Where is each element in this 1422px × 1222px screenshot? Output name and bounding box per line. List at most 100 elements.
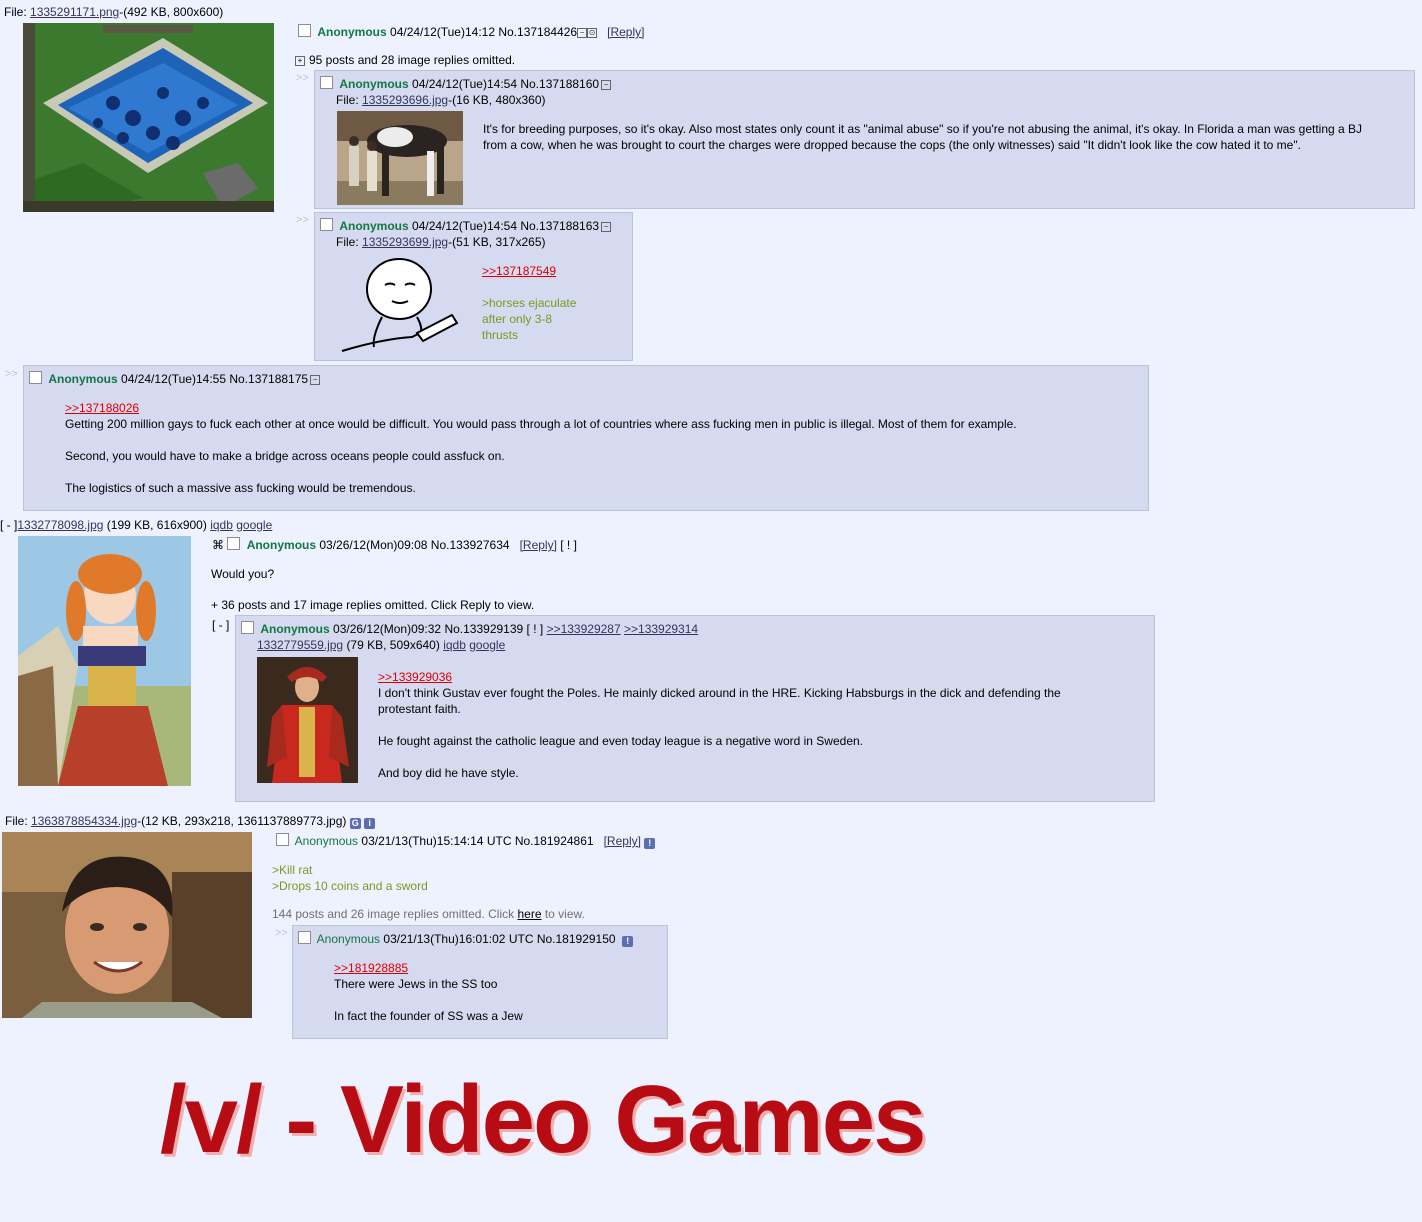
reply-133929139: Anonymous 03/26/12(Mon)09:32 No.13392913… xyxy=(235,615,1155,802)
reply-collapse-toggle[interactable]: [ - ] xyxy=(212,618,229,632)
report-link[interactable]: [ ! ] xyxy=(560,538,577,552)
op2-thumbnail-anime-girl[interactable] xyxy=(18,536,191,786)
report-icon[interactable]: ! xyxy=(644,838,656,849)
report-icon[interactable]: ! xyxy=(622,936,634,947)
post-datetime: 04/24/12(Tue)14:12 xyxy=(390,25,495,39)
reply-header: Anonymous 03/21/13(Thu)16:01:02 UTC No.1… xyxy=(298,931,634,947)
file-meta: -(12 KB, 293x218, 1361137889773.jpg) xyxy=(137,814,347,828)
post-checkbox[interactable] xyxy=(227,537,241,550)
poster-name: Anonymous xyxy=(294,834,359,848)
meme-face-drawing xyxy=(337,255,459,357)
quote-link[interactable]: >>181928885 xyxy=(334,960,654,976)
post-number[interactable]: No.137188175 xyxy=(229,372,308,386)
hide-post-icon[interactable]: − xyxy=(577,28,588,38)
file-label: File: xyxy=(336,93,359,107)
hide-post-icon[interactable]: − xyxy=(601,222,612,232)
anime-girl-image xyxy=(18,536,191,786)
post-number[interactable]: No.181924861 xyxy=(515,834,594,848)
post-checkbox[interactable] xyxy=(320,76,333,89)
collapse-toggle[interactable]: [ - ] xyxy=(0,518,17,532)
hide-post-icon[interactable]: − xyxy=(310,375,321,385)
expand-thread-icon[interactable]: + xyxy=(295,56,305,66)
post-number[interactable]: No.181929150 xyxy=(537,932,616,946)
post-number[interactable]: No.133927634 xyxy=(431,538,510,552)
message-line: Second, you would have to make a bridge … xyxy=(65,449,505,463)
reply-thumbnail-horse[interactable] xyxy=(337,111,463,205)
reply-137188175: Anonymous 04/24/12(Tue)14:55 No.13718817… xyxy=(23,365,1149,511)
op1-thumbnail-zoo-tycoon[interactable] xyxy=(23,23,274,212)
poster-name: Anonymous xyxy=(339,219,409,233)
hide-post-icon[interactable]: − xyxy=(601,80,612,90)
post-datetime: 03/21/13(Thu)15:14:14 UTC xyxy=(361,834,512,848)
reply-arrows: >> xyxy=(296,72,309,84)
report-link[interactable]: [ ! ] xyxy=(527,622,544,636)
op1-header: Anonymous 04/24/12(Tue)14:12 No.13718442… xyxy=(298,24,644,39)
op2-file-info: [ - ]1332778098.jpg (199 KB, 616x900) iq… xyxy=(0,518,272,532)
file-link[interactable]: 1332778098.jpg xyxy=(17,518,103,532)
post-number[interactable]: No.137188160 xyxy=(520,77,599,91)
info-icon[interactable]: i xyxy=(364,818,376,829)
reply-message: >>137187549 >horses ejaculate after only… xyxy=(482,263,622,343)
post-checkbox[interactable] xyxy=(276,833,289,846)
poster-name: Anonymous xyxy=(246,538,317,552)
file-meta: (199 KB, 616x900) xyxy=(106,518,207,532)
file-link[interactable]: 1335293696.jpg xyxy=(362,93,448,107)
watch-thread-icon[interactable]: ⊙ xyxy=(587,28,598,38)
file-link[interactable]: 1335293699.jpg xyxy=(362,235,448,249)
expand-images-icon[interactable]: ⌘ xyxy=(212,538,224,552)
post-number[interactable]: No.137184426 xyxy=(498,25,577,39)
file-link[interactable]: 1363878854334.jpg xyxy=(31,814,137,828)
op3-message: >Kill rat >Drops 10 coins and a sword xyxy=(272,862,428,894)
quote-link[interactable]: >>137187549 xyxy=(482,263,622,279)
file-link[interactable]: 1335291171.png xyxy=(30,5,119,19)
op2-header: ⌘ Anonymous 03/26/12(Mon)09:08 No.133927… xyxy=(212,537,577,552)
quote-link[interactable]: >>137188026 xyxy=(65,400,1135,416)
post-checkbox[interactable] xyxy=(298,24,311,37)
backlink[interactable]: >>133929314 xyxy=(624,622,698,636)
iqdb-link[interactable]: iqdb xyxy=(443,638,466,652)
reply-file-info: 1332779559.jpg (79 KB, 509x640) iqdb goo… xyxy=(257,638,505,652)
op3-omitted: 144 posts and 26 image replies omitted. … xyxy=(272,907,585,921)
file-label: File: xyxy=(4,5,27,19)
backlink[interactable]: >>133929287 xyxy=(547,622,621,636)
horse-photo xyxy=(337,111,463,205)
file-link[interactable]: 1332779559.jpg xyxy=(257,638,343,652)
post-checkbox[interactable] xyxy=(29,371,42,384)
reply-header: Anonymous 04/24/12(Tue)14:54 No.13718816… xyxy=(320,218,612,233)
reply-message: >>181928885 There were Jews in the SS to… xyxy=(334,960,654,1024)
poster-name: Anonymous xyxy=(260,622,330,636)
omitted-text: 144 posts and 26 image replies omitted. … xyxy=(272,907,518,921)
op3-thumbnail-man[interactable] xyxy=(2,832,252,1018)
post-datetime: 04/24/12(Tue)14:54 xyxy=(412,77,517,91)
post-number[interactable]: No.133929139 xyxy=(444,622,523,636)
reply-thumbnail-portrait[interactable] xyxy=(257,657,358,783)
poster-name: Anonymous xyxy=(339,77,409,91)
google-link[interactable]: google xyxy=(469,638,505,652)
gustav-portrait xyxy=(257,657,358,783)
iqdb-link[interactable]: iqdb xyxy=(210,518,233,532)
reply-link[interactable]: [Reply] xyxy=(604,834,641,848)
reply-header: Anonymous 04/24/12(Tue)14:55 No.13718817… xyxy=(29,371,321,386)
greentext-line: thrusts xyxy=(482,328,519,342)
message-line: There were Jews in the SS too xyxy=(334,977,498,991)
quote-link[interactable]: >>133929036 xyxy=(378,669,1108,685)
expand-link[interactable]: here xyxy=(517,907,541,921)
board-title-banner: /v/ - Video Games xyxy=(160,1066,927,1173)
reply-file-info: File: 1335293696.jpg-(16 KB, 480x360) xyxy=(336,93,546,107)
post-checkbox[interactable] xyxy=(298,931,311,944)
post-checkbox[interactable] xyxy=(320,218,333,231)
reply-file-info: File: 1335293699.jpg-(51 KB, 317x265) xyxy=(336,235,546,249)
op3-file-info: File: 1363878854334.jpg-(12 KB, 293x218,… xyxy=(5,814,376,829)
reply-181929150: Anonymous 03/21/13(Thu)16:01:02 UTC No.1… xyxy=(292,925,668,1039)
message-line: He fought against the catholic league an… xyxy=(378,734,864,748)
post-checkbox[interactable] xyxy=(241,621,254,634)
reply-link[interactable]: [Reply] xyxy=(607,25,644,39)
google-link[interactable]: google xyxy=(236,518,272,532)
reply-header: Anonymous 03/26/12(Mon)09:32 No.13392913… xyxy=(241,621,698,636)
reply-thumbnail-meme-face[interactable] xyxy=(337,255,459,357)
message-line: The logistics of such a massive ass fuck… xyxy=(65,481,416,495)
reply-link[interactable]: [Reply] xyxy=(520,538,557,552)
post-number[interactable]: No.137188163 xyxy=(520,219,599,233)
google-search-icon[interactable]: G xyxy=(349,818,361,829)
op2-omitted: + 36 posts and 17 image replies omitted.… xyxy=(211,598,535,612)
